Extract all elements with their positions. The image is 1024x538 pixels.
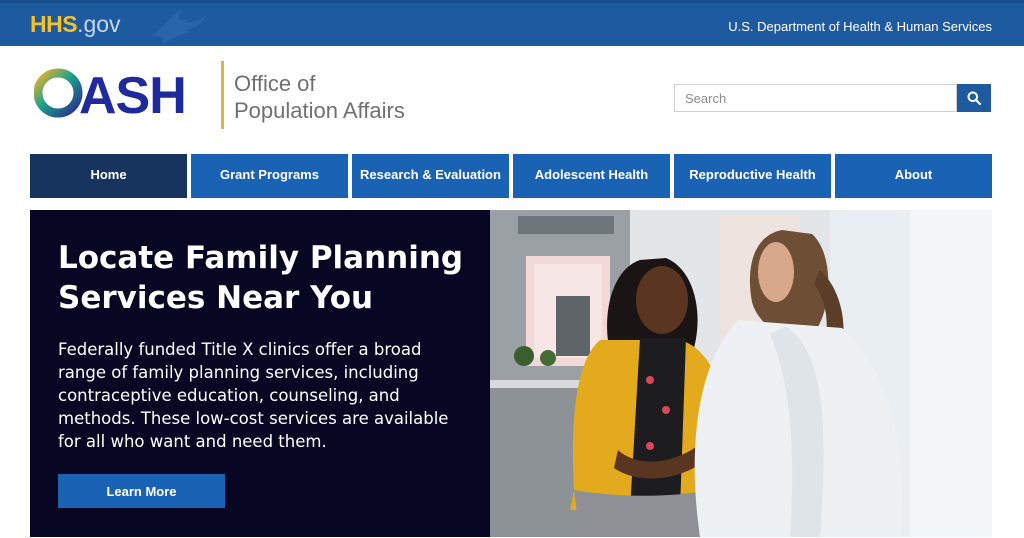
department-link[interactable]: U.S. Department of Health & Human Servic… (728, 19, 992, 34)
hero-title-line2: Services Near You (58, 280, 374, 316)
nav-home[interactable]: Home (30, 154, 187, 198)
hhs-top-bar: HHS .gov U.S. Department of Health & Huma… (0, 0, 1024, 46)
office-name: Office of Population Affairs (234, 70, 405, 124)
logo-divider (221, 61, 224, 129)
nav-reproductive-health[interactable]: Reproductive Health (674, 154, 831, 198)
main-nav: Home Grant Programs Research & Evaluatio… (30, 154, 992, 198)
gov-logo-text: .gov (77, 11, 121, 37)
learn-more-button[interactable]: Learn More (58, 474, 225, 508)
hhs-gov-logo[interactable]: HHS .gov (30, 11, 121, 41)
search-button[interactable] (957, 84, 991, 112)
oash-logo[interactable]: ASH (34, 66, 198, 120)
eagle-icon (152, 9, 206, 45)
office-name-line1: Office of (234, 71, 316, 96)
nav-grant-programs[interactable]: Grant Programs (191, 154, 348, 198)
hero-title-line1: Locate Family Planning (58, 240, 464, 276)
hhs-logo-text: HHS (30, 11, 78, 37)
hero-title: Locate Family Planning Services Near You (58, 238, 478, 318)
hero-description: Federally funded Title X clinics offer a… (58, 340, 449, 451)
hero-banner: Locate Family Planning Services Near You… (30, 210, 992, 537)
hero-photo (490, 210, 992, 537)
nav-adolescent-health[interactable]: Adolescent Health (513, 154, 670, 198)
hero-text-panel: Locate Family Planning Services Near You… (30, 210, 490, 537)
svg-text:ASH: ASH (79, 67, 186, 120)
nav-research-evaluation[interactable]: Research & Evaluation (352, 154, 509, 198)
nav-about[interactable]: About (835, 154, 992, 198)
office-name-line2: Population Affairs (234, 98, 405, 123)
search-input[interactable] (674, 84, 957, 112)
search-icon (967, 91, 981, 105)
